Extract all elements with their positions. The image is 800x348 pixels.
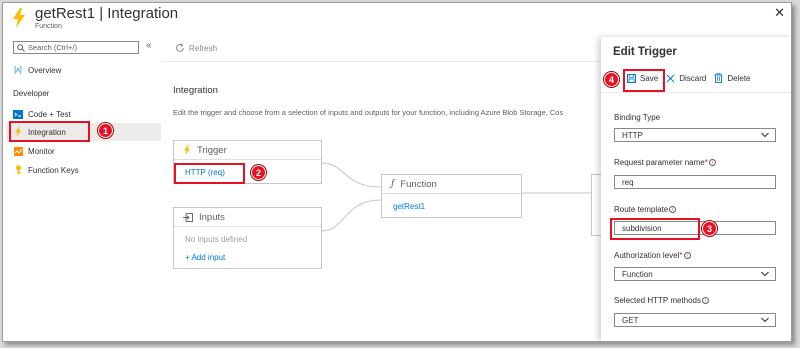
auth-level-select[interactable]: Function bbox=[614, 267, 776, 281]
info-icon: i bbox=[669, 206, 677, 213]
callout-badge-4: 4 bbox=[604, 72, 619, 87]
key-icon bbox=[13, 165, 23, 175]
sidebar: Search (Ctrl+/) « [ʌ] Overview Developer… bbox=[3, 37, 161, 341]
inputs-card-header: Inputs bbox=[174, 208, 321, 227]
callout-box-route bbox=[610, 218, 700, 240]
code-icon bbox=[13, 109, 23, 119]
callout-box-integration bbox=[9, 121, 90, 142]
panel-title: Edit Trigger bbox=[613, 46, 677, 58]
function-link[interactable]: getRest1 bbox=[393, 202, 425, 211]
request-param-label: Request parameter name* i bbox=[614, 158, 716, 167]
discard-icon bbox=[666, 74, 675, 82]
info-icon: i bbox=[708, 159, 716, 166]
callout-box-save bbox=[623, 69, 665, 92]
discard-button[interactable]: Discard bbox=[666, 74, 706, 83]
inputs-card: Inputs No inputs defined + Add input bbox=[173, 207, 322, 269]
collapse-sidebar-button[interactable]: « bbox=[146, 40, 152, 51]
callout-badge-2: 2 bbox=[251, 165, 266, 180]
callout-badge-3: 3 bbox=[702, 221, 717, 236]
delete-label: Delete bbox=[727, 73, 751, 83]
page-subtitle: Function bbox=[35, 23, 62, 30]
inputs-card-title: Inputs bbox=[199, 211, 225, 223]
info-icon: i bbox=[683, 252, 691, 259]
panel-toolbar-divider bbox=[601, 92, 791, 93]
auth-level-value: Function bbox=[622, 269, 653, 279]
function-card-header: ƒ Function bbox=[382, 175, 521, 194]
http-methods-value: GET bbox=[622, 315, 639, 325]
search-icon bbox=[17, 43, 25, 52]
input-icon bbox=[183, 212, 193, 222]
sidebar-item-overview[interactable]: [ʌ] Overview bbox=[13, 63, 61, 77]
add-input-link[interactable]: + Add input bbox=[185, 253, 225, 262]
overview-icon: [ʌ] bbox=[14, 66, 22, 74]
request-param-value: req bbox=[622, 177, 634, 187]
callout-badge-1: 1 bbox=[98, 123, 113, 138]
trigger-card-header: Trigger bbox=[174, 141, 321, 160]
sidebar-item-label: Overview bbox=[28, 65, 62, 75]
http-methods-label: Selected HTTP methods i bbox=[614, 296, 710, 305]
sidebar-item-label: Code + Test bbox=[28, 109, 71, 119]
binding-type-value: HTTP bbox=[622, 130, 643, 140]
portal-window: getRest1 | Integration Function ✕ Search… bbox=[2, 2, 792, 342]
callout-box-http bbox=[174, 163, 245, 184]
http-methods-select[interactable]: GET bbox=[614, 313, 776, 327]
section-developer: Developer bbox=[13, 89, 50, 98]
sidebar-item-label: Monitor bbox=[28, 146, 55, 156]
page-title: getRest1 | Integration bbox=[35, 5, 179, 22]
sidebar-item-code-test[interactable]: Code + Test bbox=[13, 107, 71, 121]
binding-type-label: Binding Type bbox=[614, 113, 661, 122]
route-template-label: Route template i bbox=[614, 205, 677, 214]
sidebar-item-function-keys[interactable]: Function Keys bbox=[13, 163, 79, 177]
monitor-icon bbox=[13, 146, 23, 156]
function-icon: ƒ bbox=[391, 179, 395, 189]
close-icon[interactable]: ✕ bbox=[774, 5, 785, 21]
chevron-down-icon bbox=[761, 132, 769, 138]
request-param-input[interactable]: req bbox=[614, 175, 776, 189]
no-inputs-text: No inputs defined bbox=[185, 235, 248, 244]
function-card-title: Function bbox=[400, 178, 437, 190]
auth-level-label: Authorization level* i bbox=[614, 251, 691, 260]
function-bolt-icon bbox=[13, 8, 25, 28]
trigger-card-title: Trigger bbox=[197, 144, 227, 156]
chevron-down-icon bbox=[761, 317, 769, 323]
bolt-icon bbox=[183, 145, 191, 155]
function-card: ƒ Function getRest1 bbox=[381, 174, 522, 218]
sidebar-item-label: Function Keys bbox=[28, 165, 79, 175]
info-icon: i bbox=[702, 297, 710, 304]
delete-button[interactable]: Delete bbox=[714, 73, 750, 83]
discard-label: Discard bbox=[679, 73, 707, 83]
chevron-down-icon bbox=[761, 271, 769, 277]
search-placeholder: Search (Ctrl+/) bbox=[28, 43, 77, 52]
sidebar-item-monitor[interactable]: Monitor bbox=[13, 144, 55, 158]
binding-type-select[interactable]: HTTP bbox=[614, 128, 776, 142]
blade-header: getRest1 | Integration Function ✕ bbox=[3, 3, 791, 37]
trash-icon bbox=[714, 73, 723, 83]
search-input[interactable]: Search (Ctrl+/) bbox=[13, 41, 139, 54]
